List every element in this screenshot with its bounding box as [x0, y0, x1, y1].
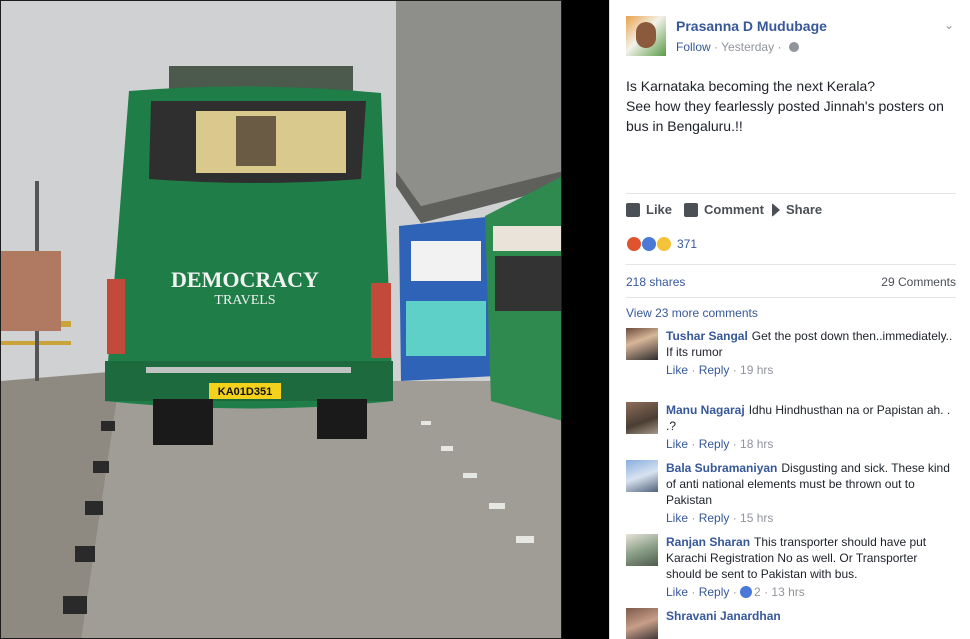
sad-icon — [656, 236, 672, 252]
bus-brand-title: DEMOCRACY — [171, 267, 319, 292]
commenter-avatar[interactable] — [626, 402, 658, 434]
commenter-name[interactable]: Tushar Sangal — [666, 329, 748, 343]
comment-time[interactable]: 15 hrs — [740, 511, 773, 525]
bus-photo-illustration: KA01D351 DEMOCRACY TRAVELS — [1, 1, 561, 638]
comment-icon — [684, 202, 698, 217]
globe-icon — [788, 42, 799, 52]
post-actions: Like Comment Share — [626, 193, 956, 223]
comment-reply-link[interactable]: Reply — [699, 363, 730, 377]
commenter-name[interactable]: Bala Subramaniyan — [666, 461, 777, 475]
post-photo[interactable]: KA01D351 DEMOCRACY TRAVELS — [0, 0, 562, 639]
post-text-line-2: See how they fearlessly posted Jinnah's … — [626, 98, 944, 134]
post-sidebar: Prasanna D Mudubage Follow · Yesterday ·… — [609, 0, 970, 639]
photo-viewer-gutter — [562, 0, 609, 639]
comment-time[interactable]: 19 hrs — [740, 363, 773, 377]
commenter-avatar[interactable] — [626, 608, 658, 639]
post-meta: Follow · Yesterday · — [676, 40, 799, 54]
comment-reply-link[interactable]: Reply — [699, 585, 730, 599]
view-more-comments-link[interactable]: View 23 more comments — [626, 306, 758, 320]
angry-icon — [626, 236, 642, 252]
comment-like-link[interactable]: Like — [666, 585, 688, 599]
author-name[interactable]: Prasanna D Mudubage — [676, 18, 827, 34]
reactions-summary[interactable]: 371 — [626, 234, 956, 254]
reaction-count: 371 — [677, 237, 698, 251]
share-label: Share — [786, 202, 823, 217]
commenter-name[interactable]: Manu Nagaraj — [666, 403, 745, 417]
bus-plate: KA01D351 — [218, 386, 272, 398]
comment-text: Get the post down then..immediately.. — [751, 329, 953, 343]
comment-actions: Like · Reply · 2 · 13 hrs — [666, 585, 805, 599]
post-stats: 218 shares 29 Comments — [626, 264, 956, 298]
comment-button[interactable]: Comment — [684, 202, 764, 217]
post-text: Is Karnataka becoming the next Kerala? S… — [626, 76, 956, 136]
comment-actions: Like · Reply · 19 hrs — [666, 363, 774, 377]
chevron-down-icon[interactable]: ⌄ — [944, 18, 956, 32]
shares-count[interactable]: 218 shares — [626, 275, 685, 289]
comment-text-line-2: If its rumor — [666, 345, 723, 359]
comment-time[interactable]: 18 hrs — [740, 437, 773, 451]
comment-time[interactable]: 13 hrs — [771, 585, 804, 599]
commenter-name[interactable]: Ranjan Sharan — [666, 535, 750, 549]
comment-reply-link[interactable]: Reply — [699, 511, 730, 525]
thumbs-up-icon — [626, 202, 640, 217]
commenter-name[interactable]: Shravani Janardhan — [666, 609, 781, 623]
bus-brand-subtitle: TRAVELS — [214, 293, 275, 308]
post-header: Prasanna D Mudubage Follow · Yesterday ·… — [626, 16, 956, 58]
like-icon — [641, 236, 657, 252]
comment-actions: Like · Reply · 15 hrs — [666, 511, 774, 525]
like-button[interactable]: Like — [626, 202, 672, 217]
commenter-avatar[interactable] — [626, 460, 658, 492]
follow-link[interactable]: Follow — [676, 40, 711, 54]
comments-count[interactable]: 29 Comments — [881, 275, 956, 289]
like-icon — [740, 586, 753, 598]
commenter-avatar[interactable] — [626, 328, 658, 360]
share-button[interactable]: Share — [772, 202, 822, 217]
comment-label: Comment — [704, 202, 764, 217]
post-text-line-1: Is Karnataka becoming the next Kerala? — [626, 78, 876, 94]
comment-like-link[interactable]: Like — [666, 363, 688, 377]
commenter-avatar[interactable] — [626, 534, 658, 566]
comment-like-link[interactable]: Like — [666, 437, 688, 451]
share-arrow-icon — [772, 202, 780, 217]
like-label: Like — [646, 202, 673, 217]
comment-like-link[interactable]: Like — [666, 511, 688, 525]
comment-reply-link[interactable]: Reply — [699, 437, 730, 451]
comment-reaction-count[interactable]: 2 — [754, 585, 761, 599]
comment-actions: Like · Reply · 18 hrs — [666, 437, 774, 451]
author-avatar[interactable] — [626, 16, 666, 56]
post-time[interactable]: Yesterday — [721, 40, 774, 54]
